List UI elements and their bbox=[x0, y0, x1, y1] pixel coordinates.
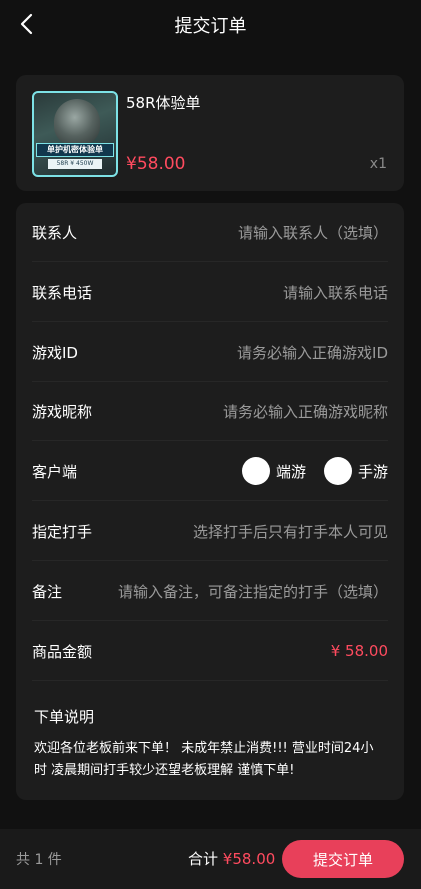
chevron-left-icon bbox=[20, 13, 33, 35]
nickname-label: 游戏昵称 bbox=[32, 402, 93, 421]
product-image-banner: 单护机密体验单 bbox=[36, 143, 114, 157]
total-label: 合计 bbox=[188, 850, 219, 868]
nickname-input[interactable]: 请务必输入正确游戏昵称 bbox=[223, 401, 388, 422]
client-option-mobile[interactable]: 手游 bbox=[323, 457, 388, 485]
game-id-label: 游戏ID bbox=[32, 343, 78, 362]
header: 提交订单 bbox=[0, 0, 421, 50]
product-card: 单护机密体验单 58R ¥ 450W bbox=[16, 75, 404, 191]
remark-input[interactable]: 请输入备注，可备注指定的打手（选填） bbox=[118, 581, 388, 602]
bottom-bar: 共 1 件 合计 ¥58.00 提交订单 bbox=[0, 829, 421, 889]
product-image: 单护机密体验单 58R ¥ 450W bbox=[32, 91, 118, 177]
game-id-row[interactable]: 游戏ID 请务必输入正确游戏ID bbox=[32, 323, 388, 382]
player-row[interactable]: 指定打手 选择打手后只有打手本人可见 bbox=[32, 502, 388, 561]
character-figure bbox=[54, 99, 100, 145]
amount-value: ¥ 58.00 bbox=[330, 642, 388, 660]
client-radio-group: 端游 手游 bbox=[224, 457, 388, 485]
game-id-input[interactable]: 请务必输入正确游戏ID bbox=[237, 342, 388, 363]
remark-row[interactable]: 备注 请输入备注，可备注指定的打手（选填） bbox=[32, 562, 388, 621]
notice-title: 下单说明 bbox=[34, 708, 95, 726]
amount-row: 商品金额 ¥ 58.00 bbox=[32, 622, 388, 681]
radio-circle-icon bbox=[323, 457, 352, 485]
phone-row[interactable]: 联系电话 请输入联系电话 bbox=[32, 263, 388, 322]
product-quantity: x1 bbox=[369, 156, 387, 172]
client-label: 客户端 bbox=[32, 462, 78, 481]
nickname-row[interactable]: 游戏昵称 请务必输入正确游戏昵称 bbox=[32, 382, 388, 441]
notice-text: 欢迎各位老板前来下单！ 未成年禁止消费!!! 营业时间24小时 凌晨期间打手较少… bbox=[34, 741, 374, 778]
phone-input[interactable]: 请输入联系电话 bbox=[283, 282, 388, 303]
amount-label: 商品金额 bbox=[32, 642, 93, 661]
player-select[interactable]: 选择打手后只有打手本人可见 bbox=[193, 521, 388, 542]
client-option-mobile-label: 手游 bbox=[357, 462, 388, 481]
client-row: 客户端 端游 手游 bbox=[32, 442, 388, 501]
page-title: 提交订单 bbox=[174, 16, 247, 37]
contact-label: 联系人 bbox=[32, 223, 78, 242]
item-count: 共 1 件 bbox=[16, 852, 62, 868]
phone-label: 联系电话 bbox=[32, 283, 93, 302]
order-total: 合计 ¥58.00 bbox=[188, 848, 275, 869]
client-option-pc[interactable]: 端游 bbox=[241, 457, 306, 485]
radio-circle-icon bbox=[241, 457, 270, 485]
player-label: 指定打手 bbox=[32, 522, 93, 541]
submit-order-button[interactable]: 提交订单 bbox=[282, 840, 404, 878]
product-name: 58R体验单 bbox=[126, 94, 201, 112]
remark-label: 备注 bbox=[32, 582, 63, 601]
contact-row[interactable]: 联系人 请输入联系人（选填） bbox=[32, 203, 388, 262]
product-price: ¥58.00 bbox=[126, 154, 186, 174]
product-image-subtext: 58R ¥ 450W bbox=[48, 159, 102, 169]
back-button[interactable] bbox=[14, 12, 38, 36]
client-option-pc-label: 端游 bbox=[275, 462, 306, 481]
total-amount: ¥58.00 bbox=[222, 850, 276, 868]
contact-input[interactable]: 请输入联系人（选填） bbox=[238, 222, 388, 243]
